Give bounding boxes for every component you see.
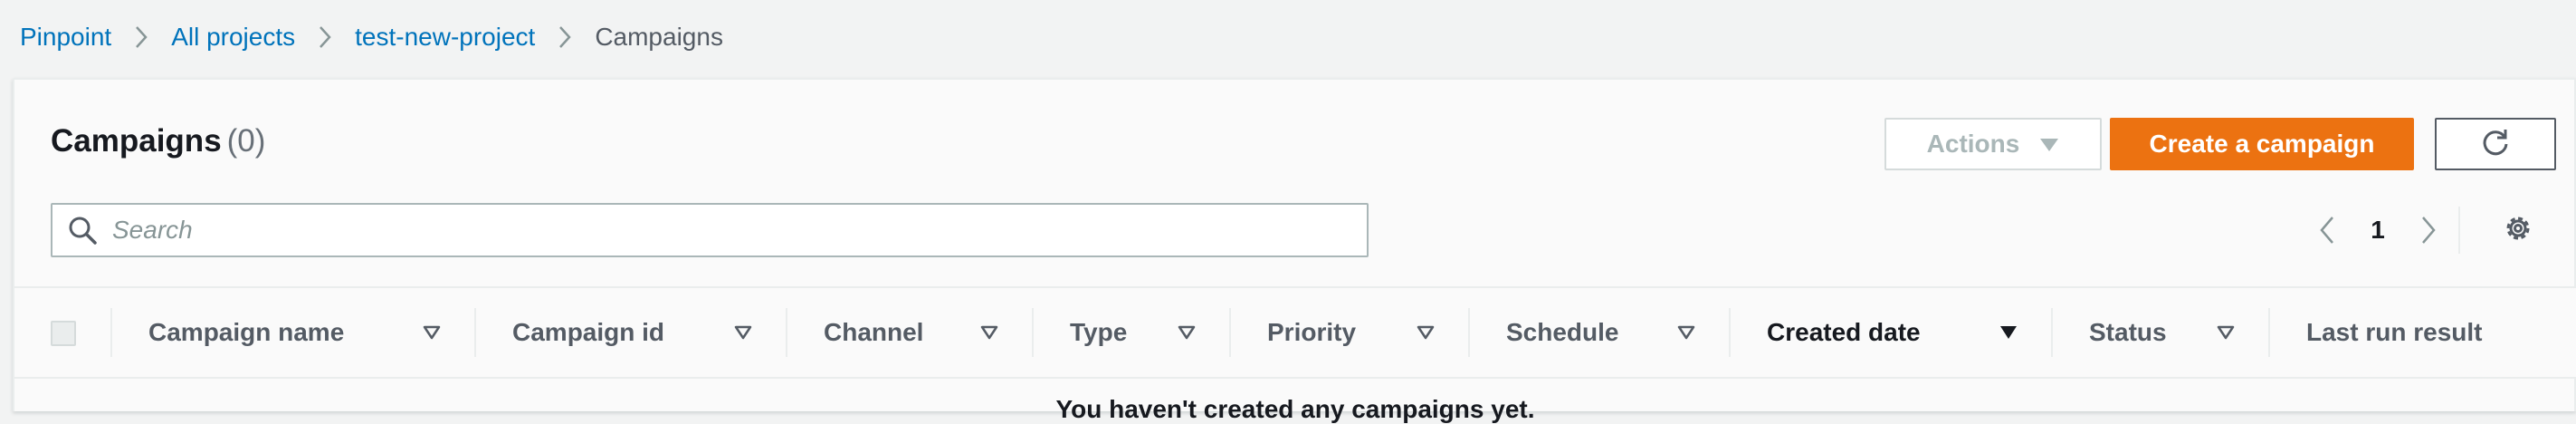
chevron-left-icon[interactable] — [2304, 203, 2350, 257]
column-divider — [1032, 308, 1034, 357]
sort-icon[interactable] — [1414, 321, 1437, 344]
column-divider — [1468, 308, 1470, 357]
sort-icon[interactable] — [420, 321, 444, 344]
column-divider — [1729, 308, 1731, 357]
breadcrumb-project[interactable]: test-new-project — [355, 23, 535, 52]
column-divider — [786, 308, 787, 357]
column-campaign-id[interactable]: Campaign id — [512, 288, 664, 377]
breadcrumb-pinpoint[interactable]: Pinpoint — [20, 23, 111, 52]
chevron-right-icon — [535, 16, 595, 58]
divider — [2458, 207, 2460, 254]
column-campaign-name[interactable]: Campaign name — [148, 288, 344, 377]
page-title: Campaigns (0) — [51, 123, 265, 159]
campaigns-panel: Campaigns(0) Actions Create a campaign — [13, 78, 2576, 423]
caret-down-icon — [2039, 130, 2059, 159]
empty-state-message: You haven't created any campaigns yet. — [1055, 395, 1535, 423]
column-last-run-result[interactable]: Last run result — [2306, 288, 2482, 377]
column-divider — [2268, 308, 2270, 357]
column-created-date[interactable]: Created date — [1767, 288, 1921, 377]
breadcrumb: Pinpoint All projects test-new-project C… — [20, 16, 723, 58]
select-all-checkbox[interactable] — [51, 321, 76, 346]
column-divider — [110, 308, 112, 357]
table-header: Campaign name Campaign id Channel Type P… — [14, 286, 2576, 379]
create-campaign-button[interactable]: Create a campaign — [2110, 118, 2414, 170]
column-divider — [2051, 308, 2053, 357]
pagination: 1 — [2304, 203, 2451, 257]
sort-descending-icon[interactable] — [1997, 321, 2020, 344]
current-page[interactable]: 1 — [2350, 216, 2406, 245]
settings-button[interactable] — [2498, 210, 2538, 250]
sort-icon[interactable] — [978, 321, 1001, 344]
column-divider — [474, 308, 476, 357]
column-channel[interactable]: Channel — [824, 288, 923, 377]
sort-icon[interactable] — [1175, 321, 1198, 344]
sort-icon[interactable] — [2214, 321, 2237, 344]
actions-button-label: Actions — [1926, 130, 2020, 158]
page-title-text: Campaigns — [51, 123, 222, 159]
column-divider — [1229, 308, 1231, 357]
settings-icon — [2502, 212, 2534, 249]
campaign-count: (0) — [226, 123, 266, 159]
column-status[interactable]: Status — [2089, 288, 2167, 377]
sort-icon[interactable] — [731, 321, 755, 344]
refresh-icon — [2480, 127, 2511, 162]
column-priority[interactable]: Priority — [1267, 288, 1356, 377]
chevron-right-icon — [111, 16, 171, 58]
actions-button[interactable]: Actions — [1884, 118, 2102, 170]
column-type[interactable]: Type — [1070, 288, 1127, 377]
sort-icon[interactable] — [1674, 321, 1698, 344]
search-input[interactable] — [112, 216, 1343, 245]
search-icon — [67, 215, 98, 246]
breadcrumb-current: Campaigns — [595, 23, 723, 51]
refresh-button[interactable] — [2435, 118, 2556, 170]
column-schedule[interactable]: Schedule — [1506, 288, 1618, 377]
chevron-right-icon[interactable] — [2406, 203, 2451, 257]
breadcrumb-all-projects[interactable]: All projects — [171, 23, 295, 52]
search-field[interactable] — [51, 203, 1369, 257]
chevron-right-icon — [295, 16, 355, 58]
